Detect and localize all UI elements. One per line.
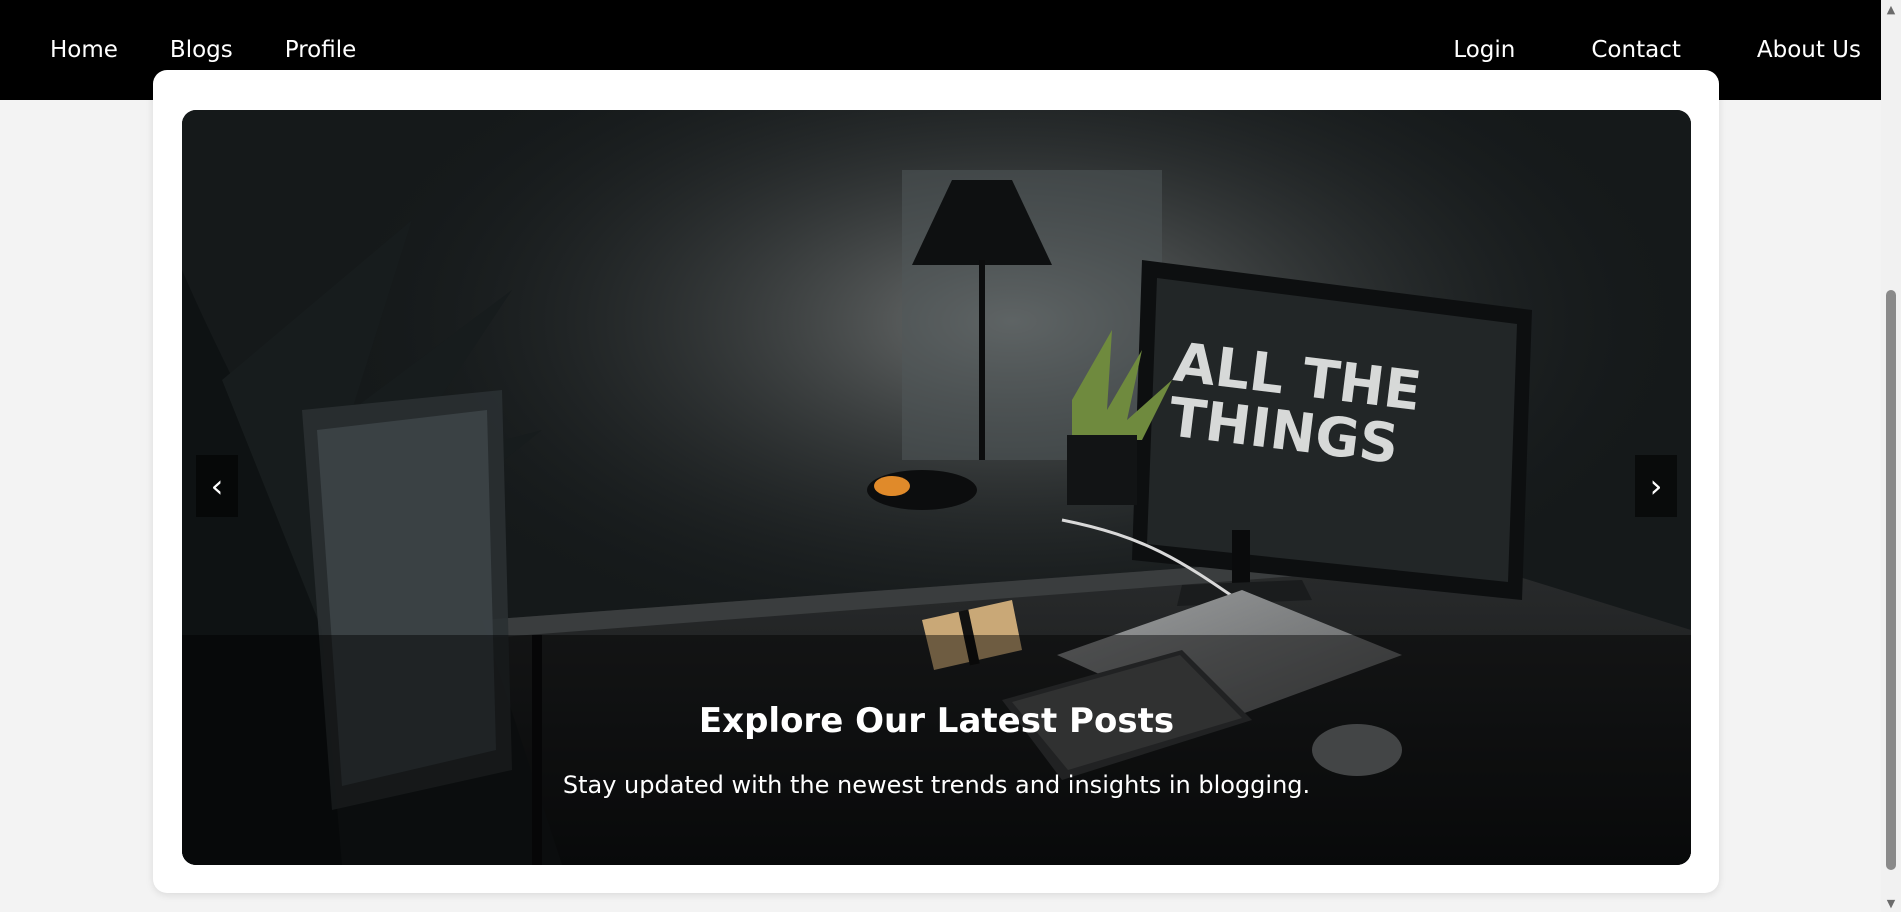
nav-link-home[interactable]: Home [24, 37, 144, 63]
nav-link-about-us[interactable]: About Us [1719, 37, 1861, 63]
nav-link-contact[interactable]: Contact [1553, 37, 1718, 63]
triangle-up-icon[interactable]: ▲ [1881, 0, 1901, 18]
nav-link-profile[interactable]: Profile [259, 37, 383, 63]
carousel-prev-button[interactable]: ‹ [196, 455, 238, 517]
nav-right-group: Login Contact About Us [1415, 37, 1861, 63]
carousel-next-button[interactable]: › [1635, 455, 1677, 517]
chevron-right-icon: › [1649, 467, 1663, 505]
carousel-caption: Explore Our Latest Posts Stay updated wi… [182, 635, 1691, 865]
vertical-scrollbar[interactable]: ▲ ▼ [1881, 0, 1901, 912]
carousel-slide: ALL THE THINGS ‹ › Explore Our Latest Po… [182, 110, 1691, 865]
caption-text: Stay updated with the newest trends and … [562, 771, 1311, 799]
caption-title: Explore Our Latest Posts [698, 701, 1175, 741]
chevron-left-icon: ‹ [210, 467, 224, 505]
nav-link-login[interactable]: Login [1415, 37, 1553, 63]
nav-left-group: Home Blogs Profile [24, 37, 382, 63]
scrollbar-thumb[interactable] [1886, 290, 1896, 870]
triangle-down-icon[interactable]: ▼ [1881, 894, 1901, 912]
nav-link-blogs[interactable]: Blogs [144, 37, 259, 63]
